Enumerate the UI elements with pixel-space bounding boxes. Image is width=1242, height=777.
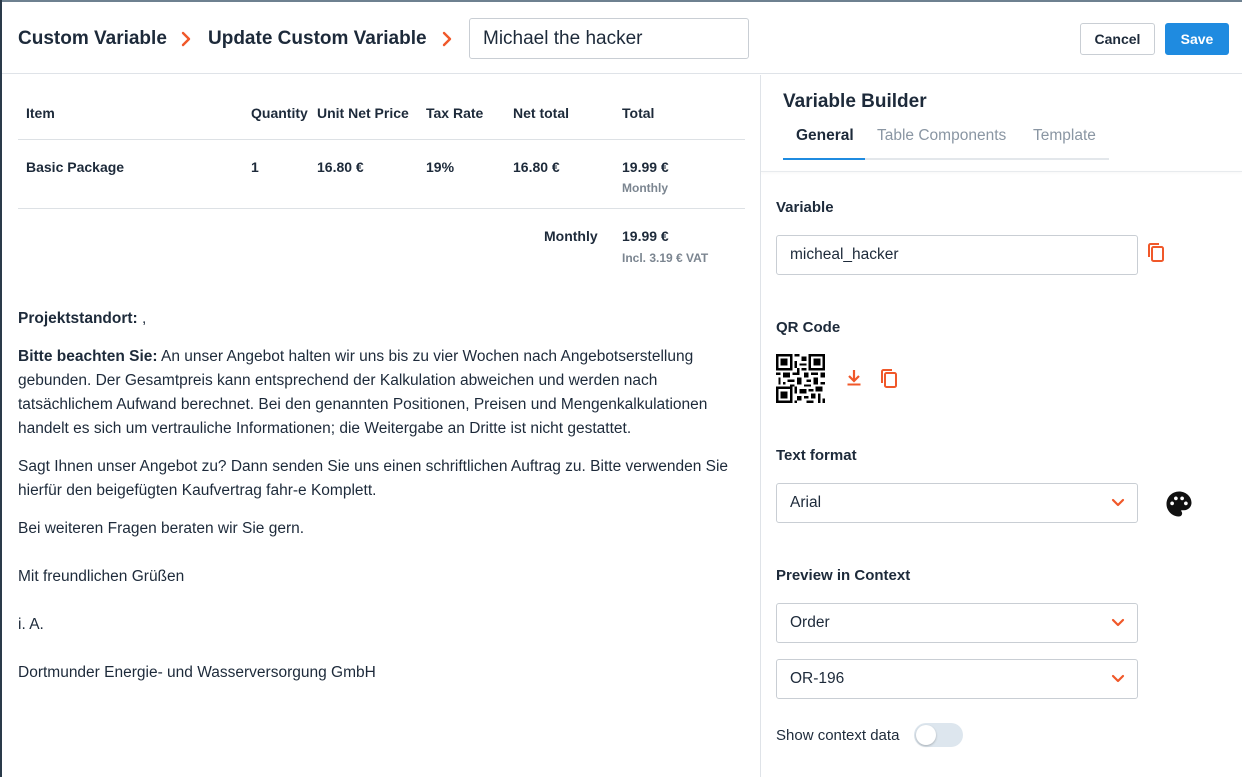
variable-input[interactable]: micheal_hacker: [776, 235, 1138, 275]
toggle-knob: [916, 725, 936, 745]
show-context-data-toggle[interactable]: [914, 723, 963, 747]
chevron-down-icon: [1111, 498, 1125, 507]
ia-line: i. A.: [18, 616, 44, 633]
order-paragraph: Sagt Ihnen unser Angebot zu? Dann senden…: [18, 458, 729, 499]
greeting-line: Mit freundlichen Grüßen: [18, 568, 185, 585]
questions-paragraph: Bei weiteren Fragen beraten wir Sie gern…: [18, 520, 305, 537]
table-cell-net-total: 16.80 €: [513, 159, 560, 175]
project-location-line: Projektstandort: ,: [18, 307, 748, 331]
table-header-net-total: Net total: [513, 105, 569, 121]
copy-icon[interactable]: [879, 368, 899, 390]
company-line: Dortmunder Energie- und Wasserversorgung…: [18, 664, 376, 681]
table-cell-total: 19.99 €: [622, 159, 669, 175]
context-record-select[interactable]: OR-196: [776, 659, 1138, 699]
notice-label: Bitte beachten Sie:: [18, 348, 158, 365]
summary-total: 19.99 €: [622, 228, 669, 244]
table-cell-item: Basic Package: [26, 159, 125, 175]
table-header-unit-net-price: Unit Net Price: [317, 105, 409, 121]
summary-label: Monthly: [544, 228, 598, 244]
copy-icon[interactable]: [1146, 242, 1166, 264]
palette-icon[interactable]: [1164, 489, 1194, 519]
chevron-right-icon: [442, 31, 452, 47]
tab-template[interactable]: Template: [1033, 127, 1096, 145]
table-cell-unit-net-price: 16.80 €: [317, 159, 364, 175]
variable-label: Variable: [776, 199, 834, 216]
text-format-select[interactable]: Arial: [776, 483, 1138, 523]
tab-table-components[interactable]: Table Components: [877, 127, 1006, 145]
cancel-button[interactable]: Cancel: [1080, 23, 1155, 55]
table-header-item: Item: [26, 105, 55, 121]
context-record-value: OR-196: [790, 670, 845, 687]
context-type-value: Order: [790, 614, 830, 631]
table-header-tax-rate: Tax Rate: [426, 105, 484, 121]
qr-code-image: [776, 354, 825, 403]
qr-code-label: QR Code: [776, 319, 841, 336]
project-location-value: ,: [137, 310, 147, 327]
chevron-down-icon: [1111, 674, 1125, 683]
table-header-quantity: Quantity: [251, 105, 308, 121]
active-tab-indicator: [783, 158, 865, 160]
show-context-data-label: Show context data: [776, 727, 900, 744]
context-type-select[interactable]: Order: [776, 603, 1138, 643]
tab-general[interactable]: General: [796, 127, 854, 145]
table-cell-quantity: 1: [251, 159, 259, 175]
summary-vat-note: Incl. 3.19 € VAT: [622, 251, 709, 265]
text-format-value: Arial: [790, 494, 822, 511]
panel-title: Variable Builder: [783, 91, 927, 112]
panel-separator: [761, 171, 1242, 172]
document-preview: Item Quantity Unit Net Price Tax Rate Ne…: [2, 75, 760, 777]
save-button[interactable]: Save: [1165, 23, 1229, 55]
chevron-down-icon: [1111, 618, 1125, 627]
variable-input-value: micheal_hacker: [790, 246, 899, 263]
table-divider: [18, 208, 745, 209]
table-divider: [18, 139, 745, 140]
download-icon[interactable]: [846, 369, 862, 387]
chevron-right-icon: [181, 31, 191, 47]
preview-in-context-label: Preview in Context: [776, 567, 911, 584]
breadcrumb-update-custom-variable: Update Custom Variable: [208, 28, 427, 49]
notice-paragraph: Bitte beachten Sie: An unser Angebot hal…: [18, 345, 748, 441]
table-cell-tax-rate: 19%: [426, 159, 455, 175]
top-header: Custom Variable Update Custom Variable C…: [2, 2, 1242, 74]
text-format-label: Text format: [776, 447, 857, 464]
variable-name-input[interactable]: [469, 18, 749, 59]
breadcrumb-custom-variable[interactable]: Custom Variable: [18, 28, 167, 50]
project-location-label: Projektstandort:: [18, 310, 138, 327]
variable-builder-panel: Variable Builder General Table Component…: [761, 75, 1242, 777]
table-header-total: Total: [622, 105, 655, 121]
table-cell-total-period: Monthly: [622, 181, 668, 195]
